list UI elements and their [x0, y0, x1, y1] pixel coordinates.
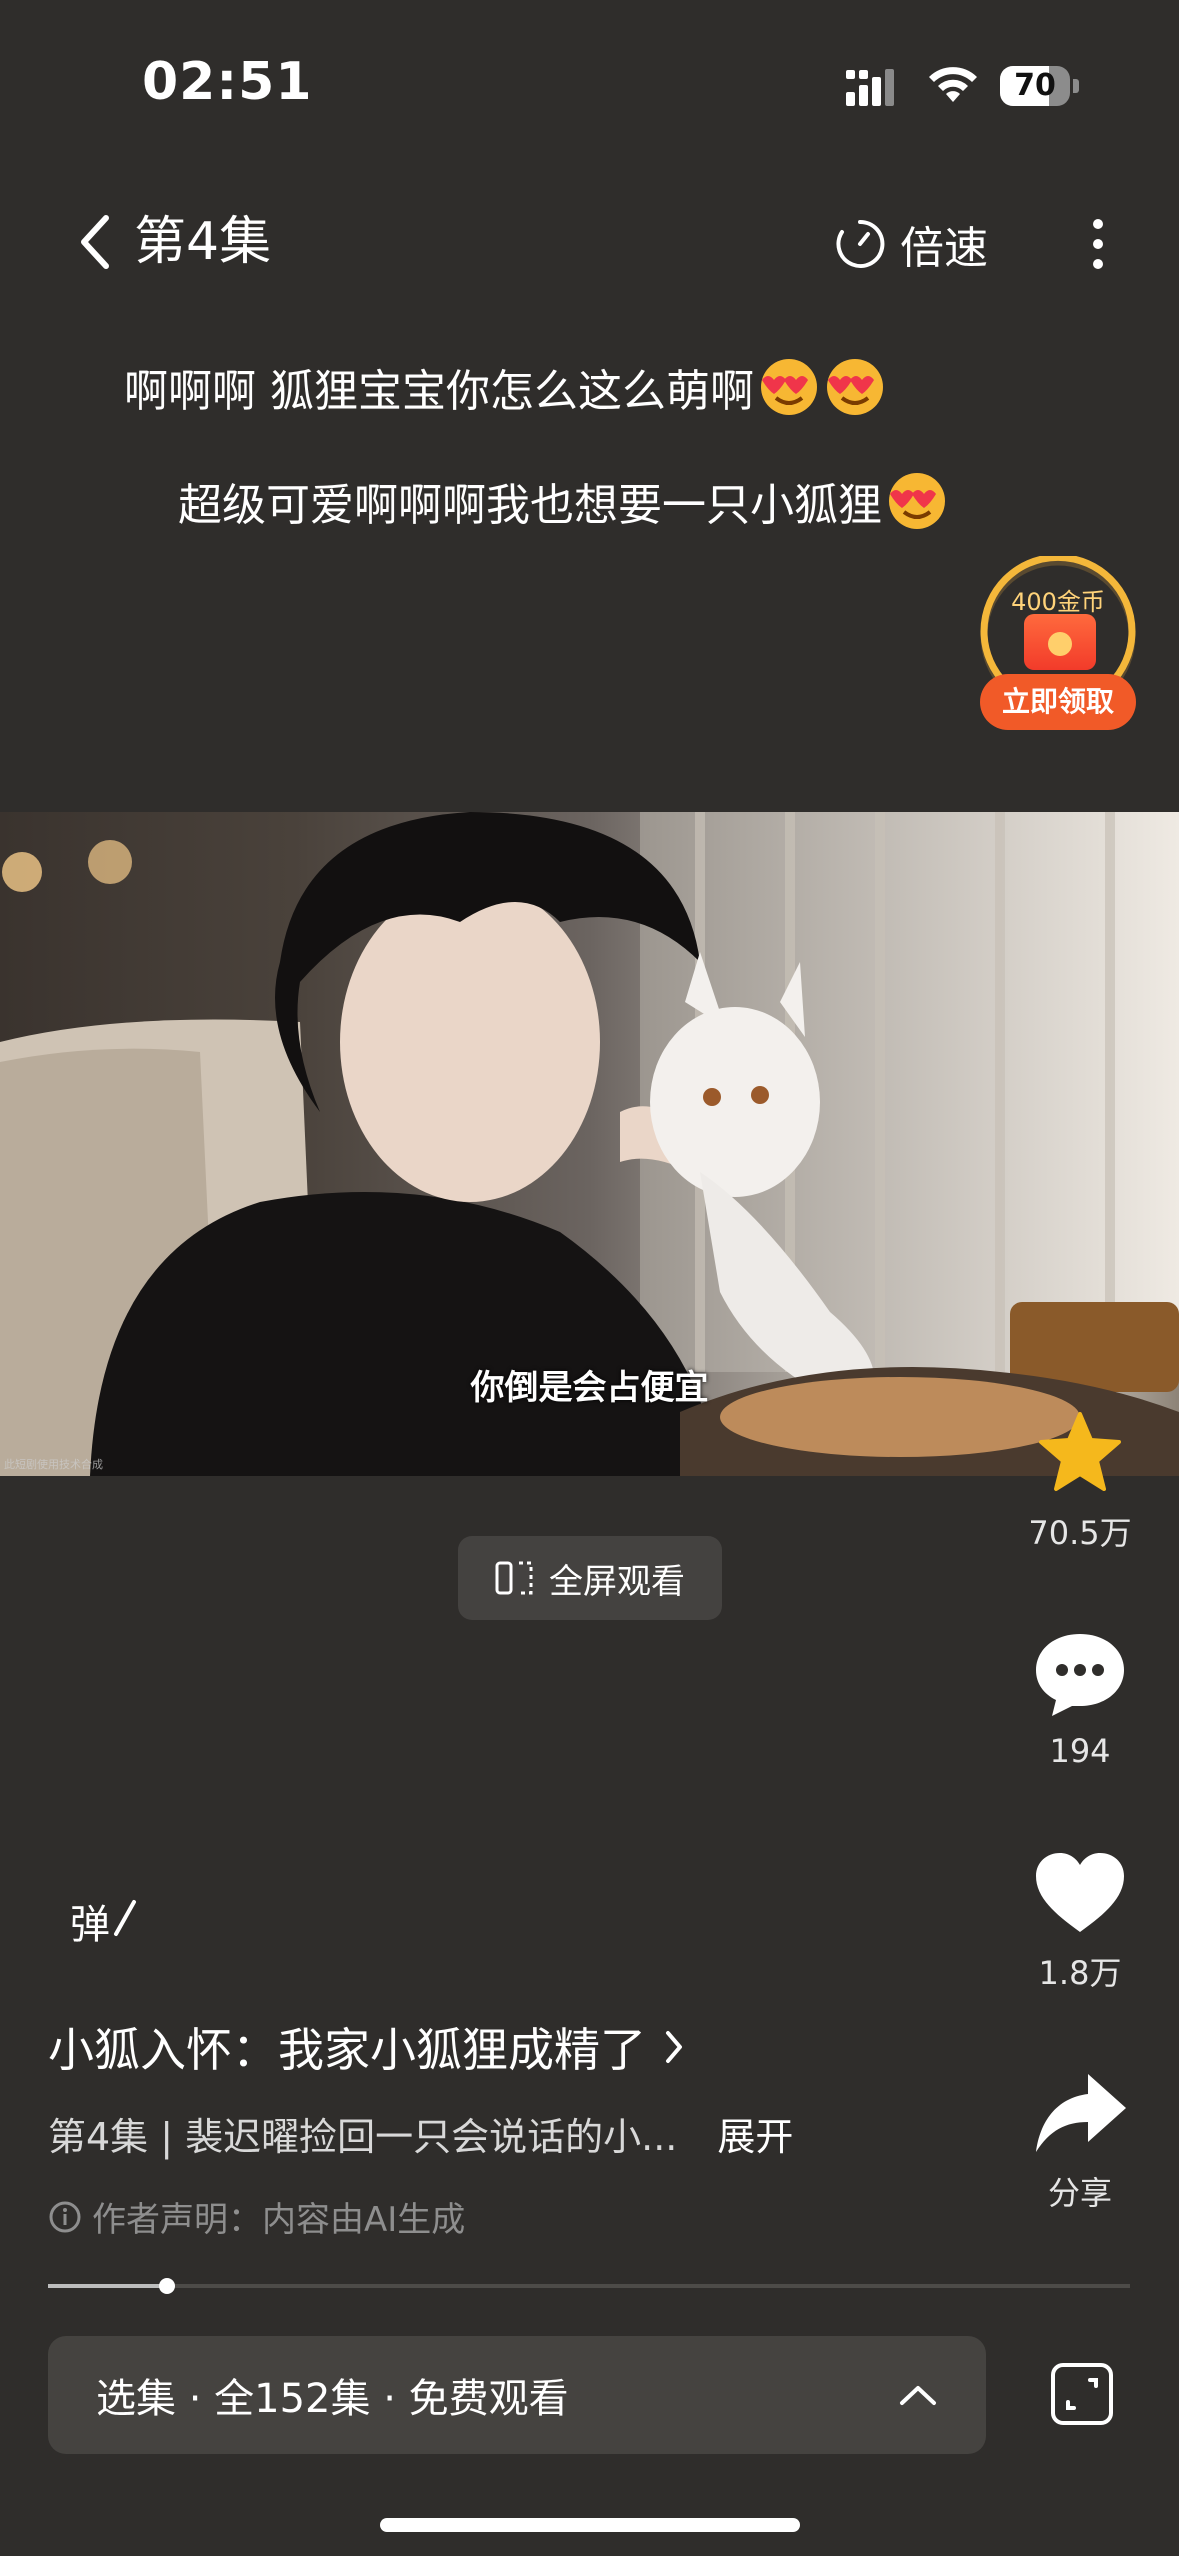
danmaku-toggle-label: 弹: [70, 1902, 110, 1948]
comment-button[interactable]: 194: [1020, 1630, 1140, 1770]
favorite-count: 70.5万: [1028, 1514, 1132, 1552]
heart-eyes-emoji-icon: [827, 359, 883, 415]
video-watermark: 此短剧使用技术合成: [4, 1458, 103, 1471]
chevron-right-icon: [666, 2031, 682, 2063]
video-subtitle: 你倒是会占便宜: [470, 1368, 709, 1408]
coin-reward-widget[interactable]: 400金币 立即领取: [976, 556, 1140, 732]
danmaku-text: 超级可爱啊啊啊我也想要一只小狐狸: [178, 480, 882, 531]
chevron-up-icon: [900, 2386, 936, 2405]
like-count: 1.8万: [1038, 1954, 1122, 1992]
drama-title: 小狐入怀：我家小狐狸成精了: [48, 2023, 646, 2077]
like-button[interactable]: 1.8万: [1020, 1850, 1140, 1994]
comment-count: 194: [1049, 1732, 1111, 1770]
heart-eyes-emoji-icon: [761, 359, 817, 415]
picture-in-picture-icon[interactable]: [1050, 2362, 1114, 2426]
danmaku-comment: 啊啊啊 狐狸宝宝你怎么这么萌啊: [124, 356, 886, 422]
fullscreen-label: 全屏观看: [549, 1561, 685, 1602]
episode-description: 第4集 | 裴迟曜捡回一只会说话的小... 展开: [48, 2106, 793, 2161]
share-button[interactable]: 分享: [1020, 2070, 1140, 2214]
status-time: 02:51: [142, 52, 313, 112]
progress-played: [48, 2284, 168, 2288]
battery-icon: 70: [1000, 66, 1080, 106]
slash-icon: [114, 1900, 136, 1936]
danmaku-comment: 超级可爱啊啊啊我也想要一只小狐狸: [178, 470, 948, 536]
danmaku-toggle[interactable]: 弹: [70, 1892, 140, 1950]
playback-speed-button[interactable]: 倍速: [834, 212, 988, 276]
wifi-icon: [929, 67, 977, 102]
claim-reward-button[interactable]: 立即领取: [980, 674, 1136, 730]
description-text: 第4集 | 裴迟曜捡回一只会说话的小...: [48, 2115, 678, 2159]
share-label: 分享: [1047, 2174, 1112, 2212]
episode-selector-label: 选集 · 全152集 · 免费观看: [96, 2376, 569, 2422]
more-options-icon[interactable]: [1080, 212, 1116, 276]
heart-eyes-emoji-icon: [889, 473, 945, 529]
progress-knob[interactable]: [159, 2278, 176, 2294]
heart-icon: [1036, 1853, 1124, 1932]
danmaku-text: 啊啊啊 狐狸宝宝你怎么这么萌啊: [124, 366, 754, 417]
home-indicator[interactable]: [380, 2518, 800, 2532]
ai-notice-text: 作者声明：内容由AI生成: [92, 2200, 466, 2240]
ai-notice: 作者声明：内容由AI生成: [48, 2192, 465, 2241]
playback-progress-bar[interactable]: [48, 2278, 1130, 2294]
episode-selector[interactable]: 选集 · 全152集 · 免费观看: [48, 2336, 986, 2454]
info-icon: [49, 2201, 81, 2232]
red-envelope-icon: [1024, 614, 1096, 670]
share-arrow-icon: [1036, 2074, 1126, 2152]
episode-title[interactable]: 第4集: [134, 210, 271, 274]
coin-amount: 400金币: [1011, 588, 1105, 616]
speed-gauge-icon: [836, 219, 885, 268]
cellular-signal-icon: [846, 69, 894, 106]
back-chevron-icon[interactable]: [72, 212, 120, 272]
battery-percent: 70: [1014, 68, 1056, 103]
star-icon: [1039, 1412, 1121, 1491]
expand-button[interactable]: 展开: [717, 2115, 793, 2159]
rotate-screen-icon: [495, 1561, 533, 1595]
favorite-button[interactable]: 70.5万: [1020, 1410, 1140, 1554]
speed-label: 倍速: [900, 223, 988, 274]
drama-title-link[interactable]: 小狐入怀：我家小狐狸成精了: [48, 2014, 686, 2080]
fullscreen-button[interactable]: 全屏观看: [458, 1536, 722, 1620]
comment-bubble-icon: [1036, 1634, 1124, 1716]
